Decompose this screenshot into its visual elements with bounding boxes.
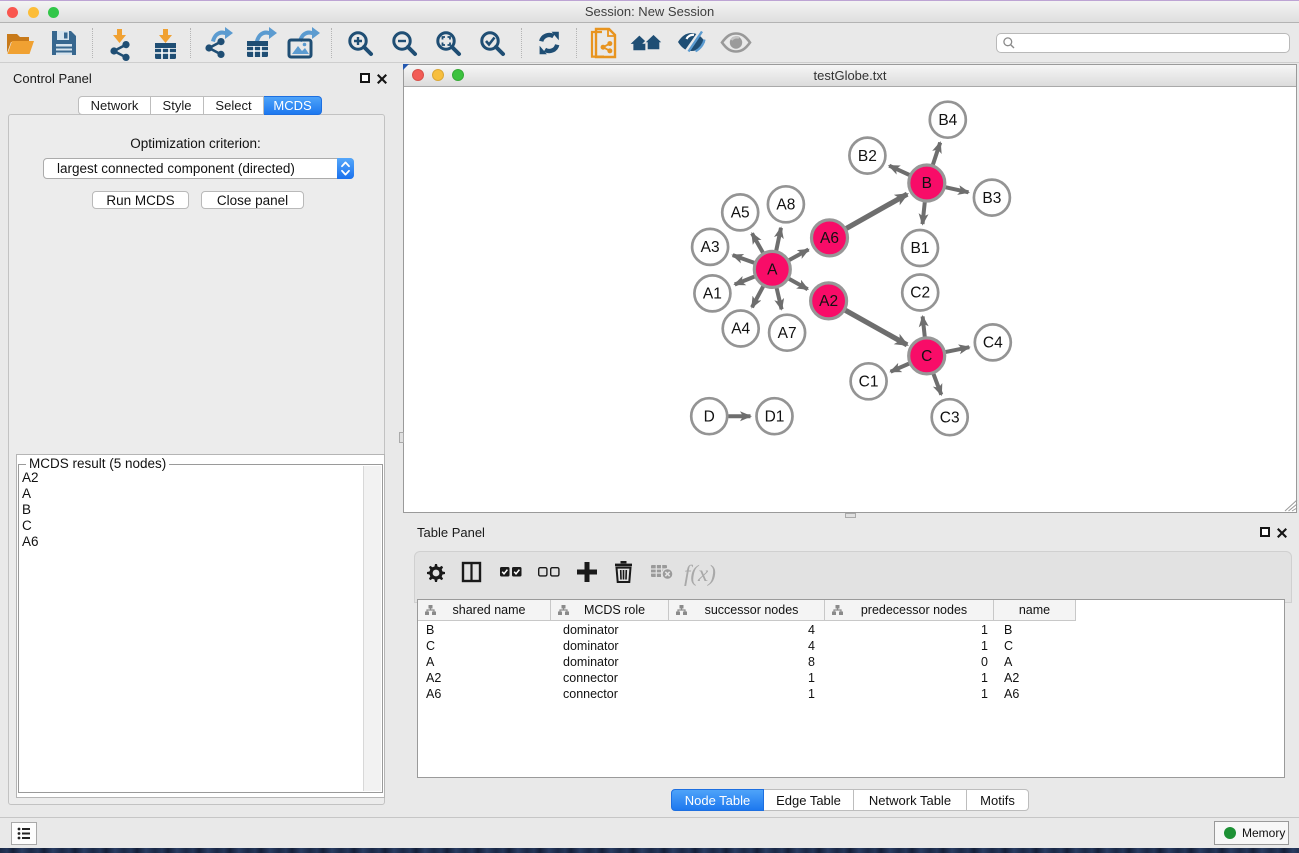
svg-text:C2: C2: [910, 285, 930, 302]
svg-text:A1: A1: [703, 286, 722, 303]
svg-text:B1: B1: [911, 240, 930, 257]
svg-text:B2: B2: [858, 148, 877, 165]
svg-text:A4: A4: [731, 321, 750, 338]
svg-text:B: B: [922, 175, 932, 192]
svg-text:A2: A2: [819, 293, 838, 310]
svg-text:C3: C3: [940, 409, 960, 426]
svg-text:D1: D1: [765, 408, 785, 425]
svg-text:A8: A8: [776, 197, 795, 214]
svg-text:C4: C4: [983, 335, 1003, 352]
svg-text:D: D: [704, 408, 715, 425]
svg-text:B3: B3: [982, 190, 1001, 207]
svg-text:C: C: [921, 348, 932, 365]
svg-text:A6: A6: [820, 230, 839, 247]
svg-text:A: A: [767, 262, 778, 279]
svg-text:A7: A7: [778, 325, 797, 342]
svg-text:B4: B4: [938, 112, 957, 129]
svg-text:A5: A5: [731, 205, 750, 222]
svg-text:A3: A3: [701, 239, 720, 256]
svg-text:C1: C1: [859, 374, 879, 391]
